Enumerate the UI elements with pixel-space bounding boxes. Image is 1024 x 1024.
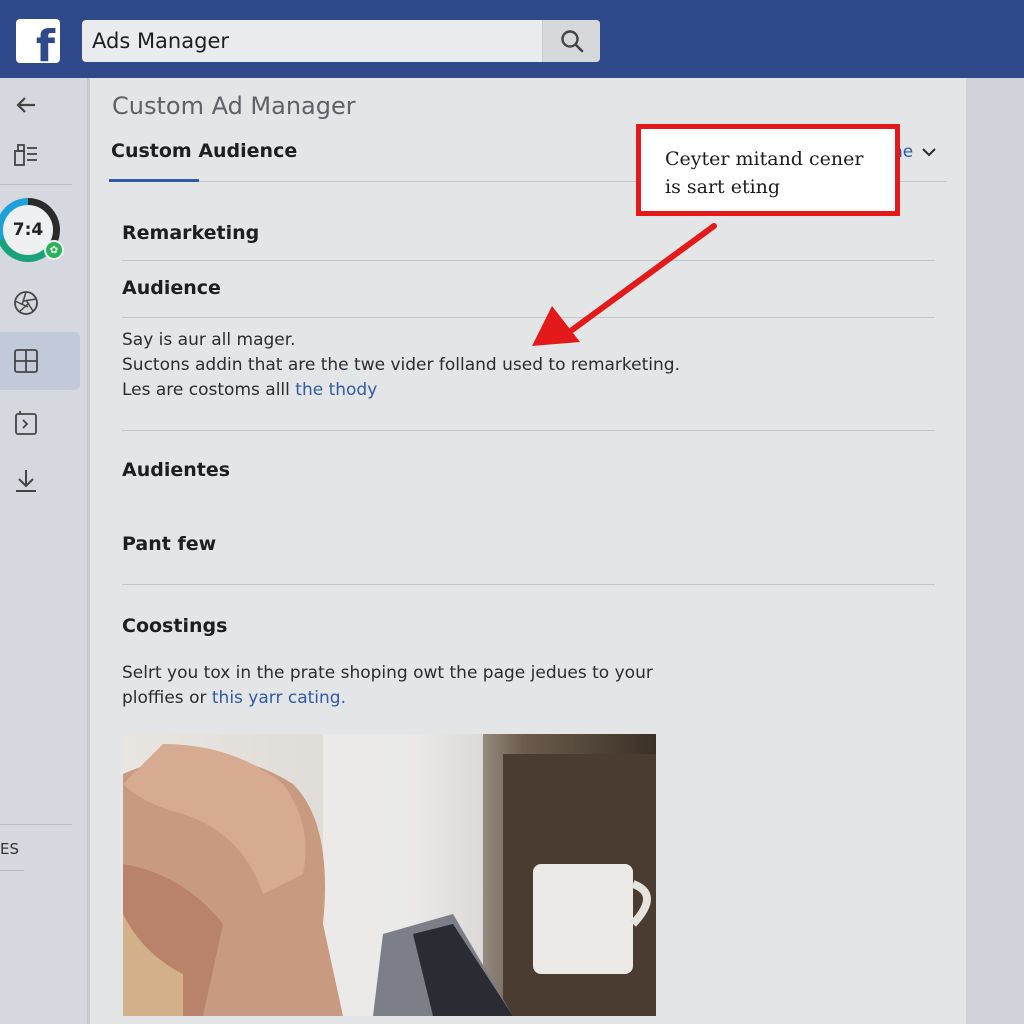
document-export-icon	[15, 411, 37, 435]
annotation-line: Ceyter mitand cener	[665, 148, 864, 170]
timer-status-icon: ✿	[44, 240, 64, 260]
audience-line-text: Les are costoms alll	[122, 380, 290, 400]
coostings-line-text: ploffies or	[122, 688, 207, 708]
search-icon	[560, 30, 583, 53]
rail-item-grid[interactable]	[0, 332, 80, 390]
audience-link[interactable]: the thody	[295, 380, 377, 400]
divider	[122, 584, 935, 585]
active-tab-indicator	[109, 179, 199, 182]
left-rail: 7:4 ✿ ES	[0, 78, 88, 1024]
search-button[interactable]	[542, 20, 600, 62]
section-heading-remarketing[interactable]: Remarketing	[122, 222, 259, 244]
timer-widget[interactable]: 7:4 ✿	[0, 198, 64, 262]
arrow-left-icon	[16, 97, 35, 113]
tab-custom-audience[interactable]: Custom Audience	[111, 140, 297, 162]
rail-divider	[0, 870, 24, 871]
divider	[122, 260, 935, 261]
rail-item-export[interactable]	[0, 398, 80, 448]
coostings-link[interactable]: this yarr cating.	[212, 688, 346, 708]
audience-line: Say is aur all mager.	[122, 330, 296, 350]
annotation-callout: Ceyter mitand cener is sart eting	[636, 124, 900, 216]
rail-label[interactable]: ES	[0, 840, 19, 858]
audience-line: Suctons addin that are the twe vider fol…	[122, 355, 680, 375]
aperture-icon	[14, 291, 38, 315]
section-heading-coostings[interactable]: Coostings	[122, 615, 227, 637]
section-heading-pant-few[interactable]: Pant few	[122, 533, 216, 555]
search-input[interactable]	[82, 20, 542, 62]
rail-item-download[interactable]	[0, 456, 80, 506]
section-heading-audientes[interactable]: Audientes	[122, 459, 230, 481]
back-button[interactable]	[0, 80, 80, 130]
search-box	[82, 20, 600, 62]
coostings-line: ploffies or this yarr cating.	[122, 686, 653, 711]
divider	[122, 430, 935, 431]
chevron-down-icon	[922, 148, 936, 157]
audience-line: Les are costoms alll the thody	[122, 378, 680, 403]
annotation-line: is sart eting	[665, 176, 781, 198]
rail-item-pages[interactable]	[0, 130, 80, 180]
ad-preview-photo	[123, 734, 656, 1016]
rail-divider	[0, 184, 72, 185]
page-title: Custom Ad Manager	[112, 92, 356, 120]
section-heading-audience[interactable]: Audience	[122, 277, 221, 299]
grid-icon	[14, 349, 38, 373]
audience-description: Say is aur all mager. Suctons addin that…	[122, 328, 680, 403]
rail-divider	[0, 824, 72, 825]
top-bar: f	[0, 0, 1024, 78]
download-icon	[16, 470, 36, 492]
rail-item-aperture[interactable]	[0, 278, 80, 328]
facebook-logo-icon[interactable]: f	[16, 19, 60, 63]
divider	[122, 317, 935, 318]
main-panel: Custom Ad Manager Custom Audience ne Rem…	[90, 78, 966, 1024]
coostings-description: Selrt you tox in the prate shoping owt t…	[122, 661, 653, 711]
right-gutter	[966, 78, 1024, 1024]
document-list-icon	[14, 144, 37, 166]
coostings-line: Selrt you tox in the prate shoping owt t…	[122, 663, 653, 683]
